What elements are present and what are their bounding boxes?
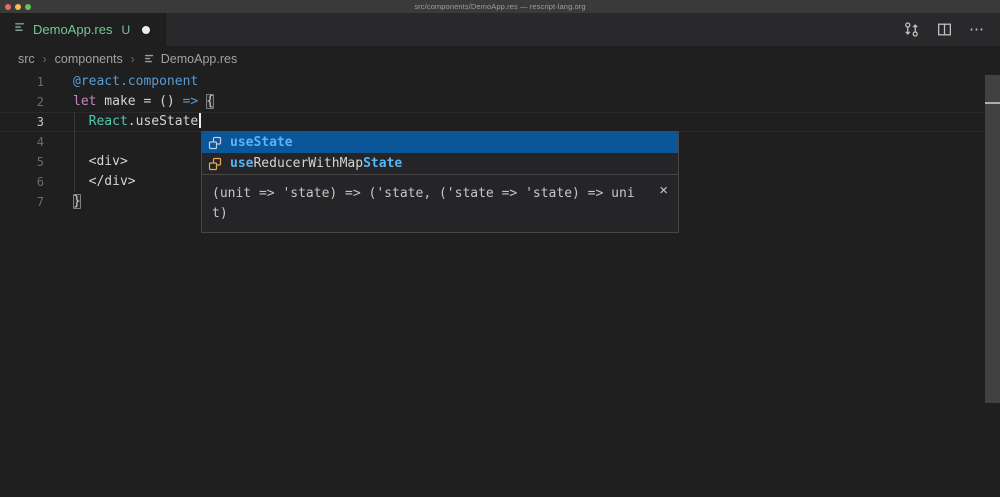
suggest-label-part: useState <box>230 135 293 150</box>
suggest-list: useStateuseReducerWithMapState <box>202 132 678 174</box>
code-token: </div> <box>73 174 136 189</box>
line-number: 7 <box>0 192 44 212</box>
close-icon[interactable]: × <box>659 181 668 201</box>
vscode-window: { "window": { "title": "src/components/D… <box>0 0 1000 497</box>
code-token: { <box>206 94 214 109</box>
suggest-docs-panel: (unit => 'state) => ('state, ('state => … <box>202 174 678 232</box>
code-line[interactable]: 3 React.useState <box>0 112 984 132</box>
code-token <box>198 94 206 109</box>
line-number: 5 <box>0 152 44 172</box>
code-token: } <box>73 194 81 209</box>
line-number: 3 <box>0 112 44 132</box>
code-text: let make = () => { <box>73 92 214 112</box>
code-line[interactable]: 2 let make = () => { <box>0 92 984 112</box>
suggest-label-part: use <box>230 156 253 171</box>
code-line[interactable]: 1 @react.component <box>0 72 984 92</box>
suggest-doc-line: t) <box>212 204 644 224</box>
line-number: 6 <box>0 172 44 192</box>
symbol-icon <box>207 156 223 172</box>
suggest-widget: useStateuseReducerWithMapState (unit => … <box>201 131 679 233</box>
code-token: make = () <box>96 94 182 109</box>
suggest-doc-line: (unit => 'state) => ('state, ('state => … <box>212 184 644 204</box>
code-text: } <box>73 192 81 212</box>
code-text: React.useState <box>73 112 201 132</box>
line-number: 2 <box>0 92 44 112</box>
overview-cursor-marker <box>985 102 1000 104</box>
suggest-item[interactable]: useReducerWithMapState <box>202 153 678 174</box>
code-text: <div> <box>73 152 128 172</box>
text-cursor <box>199 113 201 128</box>
suggest-label-part: State <box>363 156 402 171</box>
code-token: => <box>183 94 199 109</box>
line-number: 4 <box>0 132 44 152</box>
scrollbar-thumb[interactable] <box>985 75 1000 403</box>
code-token: .useState <box>128 114 198 129</box>
code-token: React <box>89 114 128 129</box>
suggest-item[interactable]: useState <box>202 132 678 153</box>
editor-pane: 1@react.component2let make = () => {3 Re… <box>0 0 1000 497</box>
code-token: @react.component <box>73 74 198 89</box>
code-text: </div> <box>73 172 136 192</box>
suggest-label-part: ReducerWithMap <box>253 156 363 171</box>
line-number: 1 <box>0 72 44 92</box>
code-token: let <box>73 94 96 109</box>
code-token: <div> <box>73 154 128 169</box>
code-text: @react.component <box>73 72 198 92</box>
code-token <box>73 114 89 129</box>
symbol-icon <box>207 135 223 151</box>
